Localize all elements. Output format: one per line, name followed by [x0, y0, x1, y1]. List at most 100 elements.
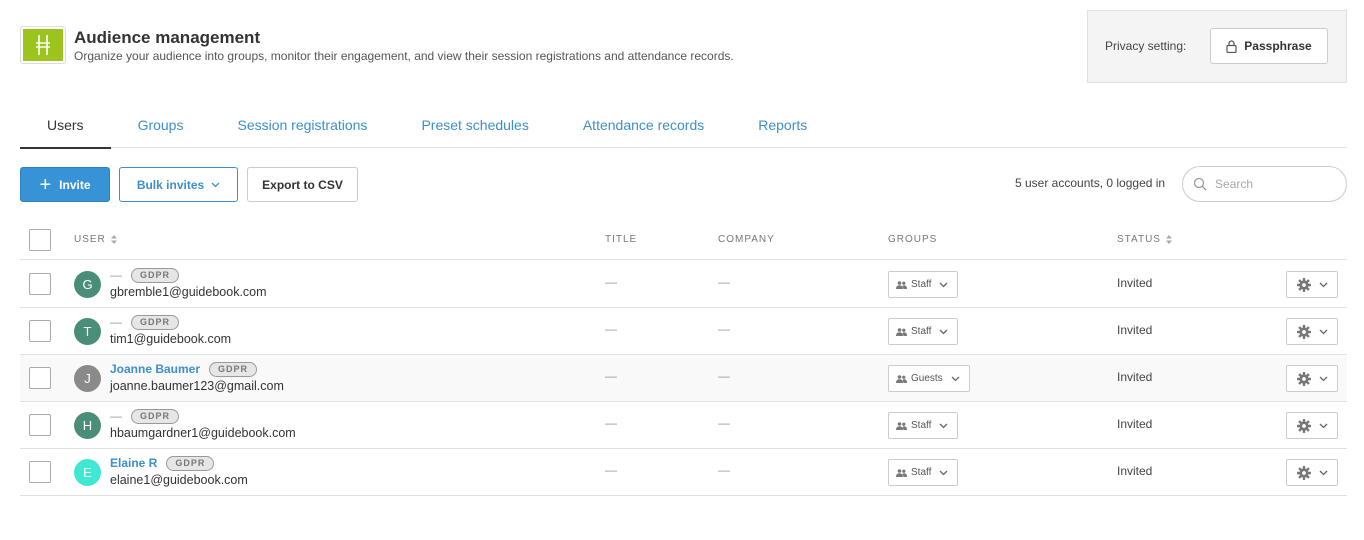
- row-checkbox[interactable]: [29, 320, 51, 342]
- chevron-down-icon: [951, 376, 960, 381]
- tab-users[interactable]: Users: [20, 102, 111, 149]
- privacy-setting-label: Privacy setting:: [1105, 39, 1187, 53]
- guidebook-logo-icon: [23, 29, 63, 61]
- column-header-company: COMPANY: [718, 234, 775, 245]
- select-all-checkbox[interactable]: [29, 229, 51, 251]
- user-status: Invited: [1117, 323, 1153, 337]
- row-actions-button[interactable]: [1286, 365, 1338, 392]
- row-checkbox[interactable]: [29, 367, 51, 389]
- page-subtitle: Organize your audience into groups, moni…: [74, 49, 734, 63]
- user-status: Invited: [1117, 417, 1153, 431]
- chevron-down-icon: [211, 182, 220, 187]
- group-label: Staff: [911, 420, 932, 431]
- search-input[interactable]: [1215, 177, 1335, 191]
- user-email: hbaumgardner1@guidebook.com: [110, 426, 296, 440]
- avatar: J: [74, 365, 101, 392]
- user-status: Invited: [1117, 370, 1153, 384]
- gear-icon: [1296, 418, 1311, 433]
- user-email: tim1@guidebook.com: [110, 332, 232, 346]
- export-csv-button[interactable]: Export to CSV: [247, 167, 358, 202]
- avatar-initial: J: [84, 371, 91, 386]
- invite-label: Invite: [59, 177, 91, 192]
- chevron-down-icon: [939, 282, 948, 287]
- chevron-down-icon: [939, 423, 948, 428]
- chevron-down-icon: [1319, 423, 1327, 428]
- row-actions-button[interactable]: [1286, 459, 1338, 486]
- avatar: T: [74, 318, 101, 345]
- avatar-initial: T: [83, 324, 92, 339]
- users-icon: [896, 280, 907, 289]
- users-icon: [896, 374, 907, 383]
- group-dropdown[interactable]: Staff: [888, 412, 959, 439]
- group-label: Staff: [911, 279, 932, 290]
- chevron-down-icon: [939, 470, 948, 475]
- invite-button[interactable]: + Invite: [20, 167, 110, 202]
- chevron-down-icon: [1319, 376, 1327, 381]
- row-actions-button[interactable]: [1286, 412, 1338, 439]
- gdpr-badge: GDPR: [131, 408, 180, 424]
- sort-icon: [1165, 235, 1172, 244]
- table-row: G — GDPR gbremble1@guidebook.com — — Sta…: [20, 261, 1347, 308]
- user-name: —: [110, 409, 122, 423]
- gdpr-badge: GDPR: [209, 361, 258, 377]
- tab-preset-schedules[interactable]: Preset schedules: [394, 102, 555, 148]
- user-company: —: [718, 463, 730, 477]
- gdpr-badge: GDPR: [131, 267, 180, 283]
- user-name[interactable]: Elaine R: [110, 456, 157, 470]
- column-header-user[interactable]: USER: [74, 234, 118, 245]
- avatar: H: [74, 412, 101, 439]
- gear-icon: [1296, 277, 1311, 292]
- user-name: —: [110, 315, 122, 329]
- user-company: —: [718, 275, 730, 289]
- group-label: Guests: [911, 373, 943, 384]
- user-email: gbremble1@guidebook.com: [110, 285, 267, 299]
- row-checkbox[interactable]: [29, 461, 51, 483]
- accounts-summary: 5 user accounts, 0 logged in: [1015, 176, 1166, 190]
- user-name[interactable]: Joanne Baumer: [110, 362, 200, 376]
- column-header-groups: GROUPS: [888, 234, 938, 245]
- tab-reports[interactable]: Reports: [731, 102, 834, 148]
- column-header-status[interactable]: STATUS: [1117, 234, 1173, 245]
- user-title: —: [605, 369, 617, 383]
- user-title: —: [605, 275, 617, 289]
- gdpr-badge: GDPR: [166, 455, 215, 471]
- user-company: —: [718, 322, 730, 336]
- search-box[interactable]: [1182, 166, 1347, 202]
- avatar-initial: G: [82, 277, 93, 292]
- passphrase-label: Passphrase: [1244, 39, 1312, 53]
- column-header-title: TITLE: [605, 234, 638, 245]
- tab-attendance-records[interactable]: Attendance records: [556, 102, 731, 148]
- user-email: elaine1@guidebook.com: [110, 473, 248, 487]
- tab-bar: Users Groups Session registrations Prese…: [20, 102, 1347, 149]
- table-row: J Joanne Baumer GDPR joanne.baumer123@gm…: [20, 355, 1347, 402]
- passphrase-button[interactable]: Passphrase: [1210, 28, 1328, 64]
- table-row: H — GDPR hbaumgardner1@guidebook.com — —…: [20, 402, 1347, 449]
- sort-icon: [110, 235, 117, 244]
- group-dropdown[interactable]: Staff: [888, 271, 959, 298]
- row-actions-button[interactable]: [1286, 318, 1338, 345]
- gear-icon: [1296, 465, 1311, 480]
- group-dropdown[interactable]: Guests: [888, 365, 970, 392]
- privacy-setting-panel: Privacy setting: Passphrase: [1087, 10, 1347, 83]
- bulk-invites-button[interactable]: Bulk invites: [119, 167, 238, 202]
- group-label: Staff: [911, 326, 932, 337]
- page-title: Audience management: [74, 28, 261, 47]
- lock-icon: [1226, 39, 1237, 53]
- page-header: Audience management Organize your audien…: [20, 26, 734, 64]
- column-user-label: USER: [74, 234, 106, 245]
- gdpr-badge: GDPR: [131, 314, 180, 330]
- row-checkbox[interactable]: [29, 273, 51, 295]
- user-title: —: [605, 322, 617, 336]
- chevron-down-icon: [1319, 329, 1327, 334]
- chevron-down-icon: [1319, 282, 1327, 287]
- tab-groups[interactable]: Groups: [111, 102, 211, 148]
- group-dropdown[interactable]: Staff: [888, 459, 959, 486]
- users-icon: [896, 468, 907, 477]
- bulk-invites-label: Bulk invites: [136, 177, 205, 192]
- column-status-label: STATUS: [1117, 234, 1161, 245]
- group-dropdown[interactable]: Staff: [888, 318, 959, 345]
- row-checkbox[interactable]: [29, 414, 51, 436]
- avatar-initial: H: [82, 418, 93, 433]
- tab-session-registrations[interactable]: Session registrations: [210, 102, 394, 148]
- row-actions-button[interactable]: [1286, 271, 1338, 298]
